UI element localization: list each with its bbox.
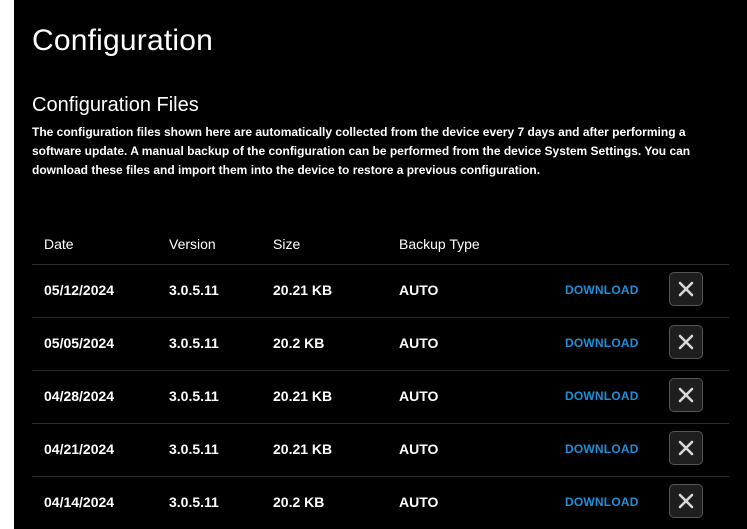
header-backup-type: Backup Type [399, 236, 480, 252]
delete-button[interactable] [669, 378, 703, 412]
row-date: 05/05/2024 [44, 335, 115, 351]
close-icon [678, 334, 694, 350]
row-size: 20.21 KB [273, 282, 333, 298]
download-link[interactable]: DOWNLOAD [565, 389, 639, 403]
row-date: 05/12/2024 [44, 282, 115, 298]
delete-button[interactable] [669, 272, 703, 306]
row-backup-type: AUTO [399, 441, 439, 457]
row-backup-type: AUTO [399, 335, 439, 351]
download-link[interactable]: DOWNLOAD [565, 495, 639, 509]
row-size: 20.2 KB [273, 494, 325, 510]
row-size: 20.2 KB [273, 335, 325, 351]
section-title: Configuration Files [32, 94, 199, 116]
delete-button[interactable] [669, 484, 703, 518]
row-version: 3.0.5.11 [169, 335, 219, 351]
row-version: 3.0.5.11 [169, 282, 219, 298]
download-link[interactable]: DOWNLOAD [565, 283, 639, 297]
row-version: 3.0.5.11 [169, 441, 219, 457]
header-version: Version [169, 236, 216, 252]
download-link[interactable]: DOWNLOAD [565, 336, 639, 350]
header-date: Date [44, 236, 74, 252]
table-header: Date Version Size Backup Type [32, 229, 729, 264]
table-row: 05/12/2024 3.0.5.11 20.21 KB AUTO DOWNLO… [32, 264, 729, 317]
table-row: 04/14/2024 3.0.5.11 20.2 KB AUTO DOWNLOA… [32, 476, 729, 529]
close-icon [678, 387, 694, 403]
row-size: 20.21 KB [273, 441, 333, 457]
row-date: 04/28/2024 [44, 388, 115, 404]
close-icon [678, 493, 694, 509]
close-icon [678, 281, 694, 297]
row-version: 3.0.5.11 [169, 494, 219, 510]
row-version: 3.0.5.11 [169, 388, 219, 404]
config-files-table: Date Version Size Backup Type 05/12/2024… [32, 229, 729, 529]
page-title: Configuration [32, 24, 214, 57]
delete-button[interactable] [669, 431, 703, 465]
table-row: 04/28/2024 3.0.5.11 20.21 KB AUTO DOWNLO… [32, 370, 729, 423]
row-backup-type: AUTO [399, 282, 439, 298]
download-link[interactable]: DOWNLOAD [565, 442, 639, 456]
close-icon [678, 440, 694, 456]
configuration-panel: Configuration Configuration Files The co… [14, 0, 747, 529]
header-size: Size [273, 236, 301, 252]
row-size: 20.21 KB [273, 388, 333, 404]
row-backup-type: AUTO [399, 388, 439, 404]
row-date: 04/14/2024 [44, 494, 115, 510]
table-row: 05/05/2024 3.0.5.11 20.2 KB AUTO DOWNLOA… [32, 317, 729, 370]
delete-button[interactable] [669, 325, 703, 359]
table-row: 04/21/2024 3.0.5.11 20.21 KB AUTO DOWNLO… [32, 423, 729, 476]
row-backup-type: AUTO [399, 494, 439, 510]
section-description: The configuration files shown here are a… [32, 125, 691, 177]
row-date: 04/21/2024 [44, 441, 115, 457]
